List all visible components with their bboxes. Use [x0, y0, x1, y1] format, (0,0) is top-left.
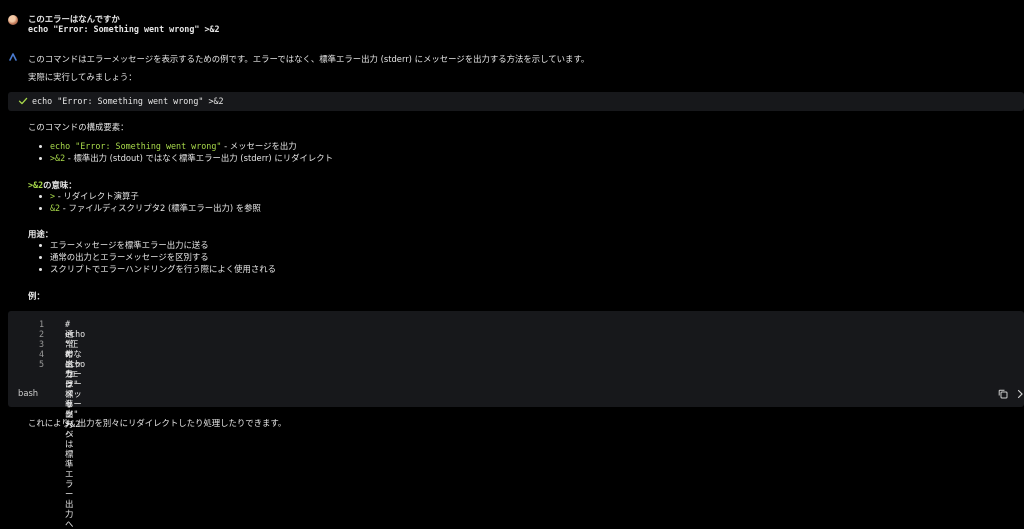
user-message-line2: echo "Error: Something went wrong" >&2 [28, 24, 220, 34]
meaning-list: > - リダイレクト演算子 &2 - ファイルディスクリプタ2 (標準エラー出力… [36, 190, 261, 214]
components-list: echo "Error: Something went wrong" - メッセ… [36, 140, 333, 164]
list-item: &2 - ファイルディスクリプタ2 (標準エラー出力) を参照 [36, 202, 261, 214]
list-item: 通常の出力とエラーメッセージを区別する [36, 251, 276, 263]
list-item: > - リダイレクト演算子 [36, 190, 261, 202]
executed-command: echo "Error: Something went wrong" >&2 [32, 96, 224, 106]
assistant-intro: このコマンドはエラーメッセージを表示するための例です。エラーではなく、標準エラー… [28, 54, 590, 64]
example-heading: 例： [28, 291, 45, 301]
conclusion: これにより、出力を別々にリダイレクトしたり処理したりできます。 [28, 418, 287, 428]
list-item: スクリプトでエラーハンドリングを行う際によく使用される [36, 263, 276, 275]
list-item: エラーメッセージを標準エラー出力に送る [36, 239, 276, 251]
code-block: 1 # 通常の出力は標準出力へ 2 echo "正常なメッセージ" 3 4 # … [8, 311, 1024, 529]
check-icon [18, 97, 28, 105]
user-avatar [8, 15, 18, 25]
components-heading: このコマンドの構成要素： [28, 122, 129, 132]
command-result-bar[interactable]: echo "Error: Something went wrong" >&2 [8, 92, 1024, 111]
copy-icon[interactable] [998, 389, 1008, 399]
code-language-label: bash [18, 388, 39, 398]
list-item: echo "Error: Something went wrong" - メッセ… [36, 140, 333, 152]
uses-list: エラーメッセージを標準エラー出力に送る 通常の出力とエラーメッセージを区別する … [36, 239, 276, 275]
assistant-logo-icon [9, 53, 17, 61]
list-item: >&2 - 標準出力 (stdout) ではなく標準エラー出力 (stderr)… [36, 152, 333, 164]
run-prompt: 実際に実行してみましょう： [28, 72, 137, 82]
chevron-right-icon[interactable] [1015, 389, 1024, 399]
